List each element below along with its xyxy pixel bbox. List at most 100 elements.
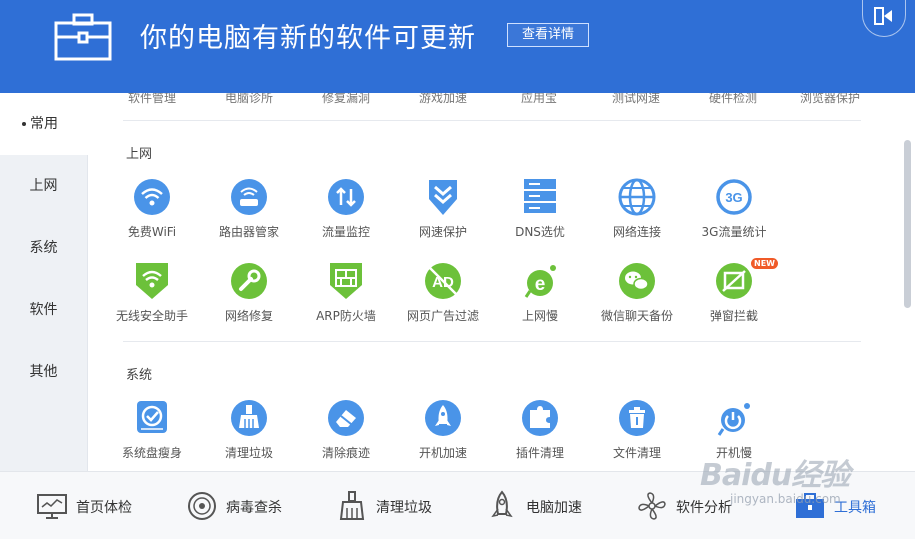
tool-boot-speedup[interactable]: 开机加速 (398, 398, 488, 468)
section-title-system: 系统 (126, 368, 153, 383)
tool-wireless-security[interactable]: 无线安全助手 (107, 261, 197, 331)
tool-disk-slim[interactable]: 系统盘瘦身 (107, 398, 197, 468)
tool-game-boost[interactable]: 游戏加速 (419, 93, 467, 105)
tool-label: 上网慢 (521, 309, 558, 323)
power-slow-icon (717, 403, 750, 436)
divider (123, 341, 861, 342)
page-title: 你的电脑有新的软件可更新 (140, 23, 476, 54)
sidebar: 常用 上网 系统 软件 其他 (0, 93, 88, 471)
wifi-icon (134, 179, 170, 215)
sidebar-item-internet[interactable]: 上网 (0, 155, 87, 217)
globe-icon (618, 178, 656, 216)
tool-label: 微信聊天备份 (600, 309, 673, 323)
tool-3g-traffic[interactable]: 3G 3G流量统计 (689, 177, 779, 247)
tool-popup-blocker[interactable]: NEW 弹窗拦截 (689, 258, 779, 331)
watermark-text: Baidu经验 (700, 458, 850, 493)
nav-label: 病毒查杀 (226, 500, 282, 516)
broom-icon (231, 400, 267, 436)
tool-plugin-clean[interactable]: 插件清理 (495, 398, 585, 468)
tool-network-repair[interactable]: 网络修复 (204, 261, 294, 331)
tool-ad-filter[interactable]: AD 网页广告过滤 (398, 261, 488, 331)
section-title-internet: 上网 (126, 147, 153, 162)
toolbox-icon (54, 13, 112, 61)
nav-label: 电脑加速 (526, 500, 582, 516)
3g-circle-icon: 3G (716, 179, 752, 215)
tool-label: 路由器管家 (218, 225, 279, 239)
tool-pc-clinic[interactable]: 电脑诊所 (225, 93, 273, 105)
tool-label: 清除痕迹 (321, 446, 370, 460)
nav-label: 首页体检 (76, 500, 132, 516)
tool-arp-firewall[interactable]: ARP防火墙 (301, 261, 391, 331)
tool-label: 3G流量统计 (701, 225, 767, 239)
tool-label: 文件清理 (612, 446, 661, 460)
transfer-arrows-icon (328, 179, 364, 215)
tool-label: 网速保护 (418, 225, 467, 239)
browser-e-icon: e (524, 265, 556, 298)
fan-icon (638, 492, 666, 520)
monitor-icon (37, 494, 67, 519)
tool-router-manager[interactable]: 路由器管家 (204, 177, 294, 247)
tool-label: 插件清理 (515, 446, 564, 460)
rocket-icon (425, 400, 461, 436)
wrench-icon (231, 263, 267, 299)
sidebar-item-other[interactable]: 其他 (0, 341, 87, 403)
server-icon (524, 179, 556, 213)
tool-label: 开机加速 (418, 446, 467, 460)
tool-traffic-monitor[interactable]: 流量监控 (301, 177, 391, 247)
divider (123, 120, 861, 121)
scrollbar-thumb[interactable] (904, 140, 911, 308)
tool-fix-vulnerability[interactable]: 修复漏洞 (322, 93, 370, 105)
wechat-icon (619, 263, 655, 299)
top-tool-strip: 软件管理 电脑诊所 修复漏洞 游戏加速 应用宝 测试网速 硬件检测 浏览器保护 (88, 93, 878, 105)
tool-label: 网络连接 (612, 225, 661, 239)
tool-browser-protect[interactable]: 浏览器保护 (800, 93, 860, 105)
tool-dns-optimize[interactable]: DNS选优 (495, 177, 585, 247)
tool-label: ARP防火墙 (316, 309, 376, 323)
new-badge: NEW (751, 258, 778, 269)
firewall-shield-icon (330, 263, 362, 299)
view-details-button[interactable]: 查看详情 (507, 23, 589, 47)
eraser-icon (328, 400, 364, 436)
nav-label: 清理垃圾 (376, 500, 432, 516)
tool-label: 免费WiFi (127, 225, 177, 239)
tool-app-store[interactable]: 应用宝 (521, 93, 557, 105)
shield-wifi-icon (136, 263, 168, 299)
tool-label: 流量监控 (321, 225, 370, 239)
svg-text:e: e (535, 274, 546, 295)
tool-label: 弹窗拦截 (709, 309, 758, 323)
tool-label: 网络修复 (224, 309, 273, 323)
tool-label: 网页广告过滤 (406, 309, 479, 323)
header-banner: 你的电脑有新的软件可更新 查看详情 (0, 0, 915, 93)
tool-label: 系统盘瘦身 (121, 446, 182, 460)
baidu-watermark: Baidu经验 jingyan.baidu.com (700, 450, 900, 520)
tool-speed-protect[interactable]: 网速保护 (398, 177, 488, 247)
tool-label: 清理垃圾 (224, 446, 273, 460)
watermark-url: jingyan.baidu.com (730, 492, 841, 506)
exit-icon (874, 7, 892, 25)
sidebar-item-common[interactable]: 常用 (0, 93, 88, 155)
tool-file-clean[interactable]: 文件清理 (592, 398, 682, 468)
sidebar-item-system[interactable]: 系统 (0, 217, 87, 279)
tool-clean-junk[interactable]: 清理垃圾 (204, 398, 294, 468)
tool-label: DNS选优 (515, 225, 565, 239)
puzzle-icon (522, 400, 558, 436)
shield-chevron-icon (429, 180, 457, 215)
tool-network-connection[interactable]: 网络连接 (592, 177, 682, 247)
disk-check-icon (137, 401, 167, 433)
trash-icon (619, 400, 655, 436)
tool-clear-traces[interactable]: 清除痕迹 (301, 398, 391, 468)
sidebar-item-software[interactable]: 软件 (0, 279, 87, 341)
tool-label: 无线安全助手 (115, 309, 188, 323)
tool-panel: 软件管理 电脑诊所 修复漏洞 游戏加速 应用宝 测试网速 硬件检测 浏览器保护 … (88, 93, 915, 471)
svg-text:3G: 3G (725, 190, 742, 205)
tool-slow-internet[interactable]: e 上网慢 (495, 261, 585, 331)
exit-button[interactable] (862, 0, 906, 37)
tool-free-wifi[interactable]: 免费WiFi (107, 177, 197, 247)
broom-icon (339, 491, 365, 520)
tool-speed-test[interactable]: 测试网速 (612, 93, 660, 105)
tool-wechat-backup[interactable]: 微信聊天备份 (592, 261, 682, 331)
popup-block-icon (716, 263, 752, 299)
ad-block-icon: AD (425, 263, 461, 299)
tool-hardware-check[interactable]: 硬件检测 (709, 93, 757, 105)
tool-software-manager[interactable]: 软件管理 (128, 93, 176, 105)
